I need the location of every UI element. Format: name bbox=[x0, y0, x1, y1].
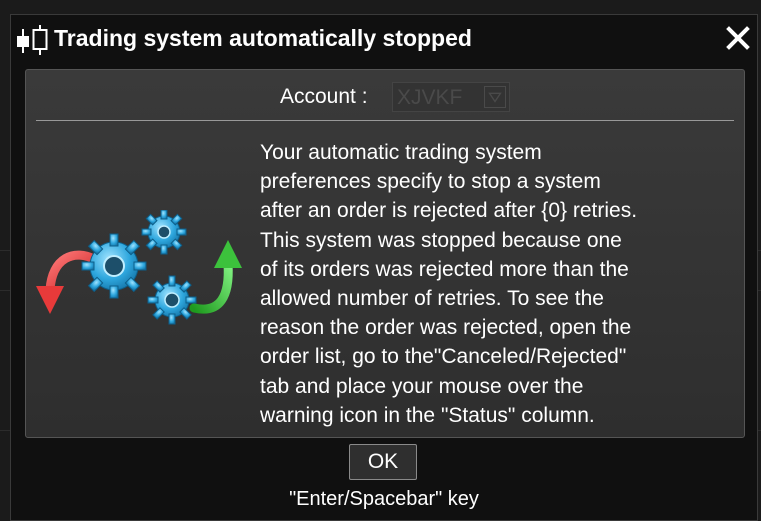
dialog-message: Your automatic trading system preference… bbox=[260, 141, 638, 427]
account-value: XJVKF bbox=[397, 86, 463, 109]
dialog-titlebar: Trading system automatically stopped bbox=[11, 15, 757, 65]
dialog-title: Trading system automatically stopped bbox=[54, 25, 472, 51]
dropdown-arrow-icon[interactable] bbox=[484, 86, 506, 108]
candlestick-chart-icon bbox=[17, 25, 48, 55]
account-row: Account : XJVKF bbox=[26, 82, 744, 112]
account-label: Account : bbox=[280, 85, 368, 108]
panel-divider bbox=[36, 120, 734, 121]
close-icon[interactable] bbox=[725, 25, 751, 51]
gears-with-arrows-icon bbox=[36, 210, 242, 325]
stopped-system-dialog: Trading system automatically stopped Acc… bbox=[10, 14, 758, 521]
keyboard-hint: "Enter/Spacebar" key bbox=[289, 488, 479, 510]
message-panel: Account : XJVKF Your automatic trading s… bbox=[25, 69, 745, 438]
ok-button[interactable]: OK bbox=[349, 444, 417, 480]
account-dropdown[interactable]: XJVKF bbox=[392, 82, 510, 112]
